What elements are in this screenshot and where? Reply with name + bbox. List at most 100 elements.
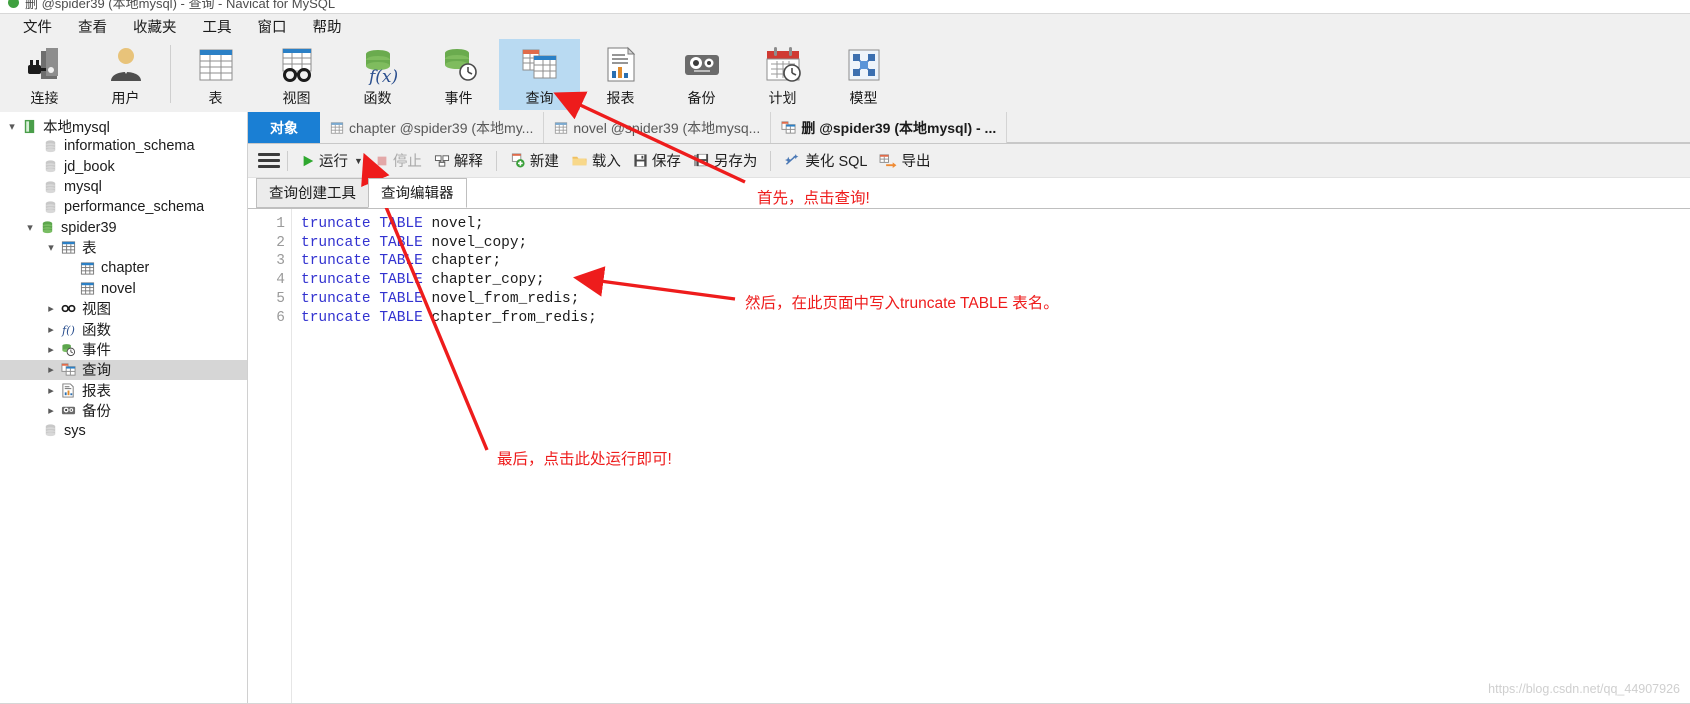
chevron-down-icon[interactable]: ▼ <box>354 156 363 166</box>
query-icon <box>59 362 78 377</box>
chevron-down-icon[interactable]: ▾ <box>22 221 38 234</box>
menu-item-file[interactable]: 文件 <box>10 14 65 39</box>
toolbar-separator <box>170 45 171 103</box>
new-query-button[interactable]: 新建 <box>504 148 565 174</box>
chevron-down-icon[interactable]: ▾ <box>4 120 20 133</box>
chevron-right-icon[interactable]: ▸ <box>43 404 59 417</box>
chevron-right-icon[interactable]: ▸ <box>43 323 59 336</box>
tree-item-queries[interactable]: ▸ 查询 <box>0 359 247 380</box>
sql-keyword: truncate TABLE <box>301 272 423 289</box>
sql-keyword: truncate TABLE <box>301 234 423 251</box>
toolbar-separator <box>770 150 772 171</box>
event-icon <box>436 44 482 86</box>
toolbar-button-query[interactable]: 查询 <box>499 39 580 110</box>
chevron-right-icon[interactable]: ▸ <box>43 302 59 315</box>
tab-objects[interactable]: 对象 <box>248 112 320 143</box>
backup-icon <box>679 44 725 86</box>
toolbar-button-view[interactable]: 视图 <box>256 39 337 110</box>
tree-item-label: 视图 <box>82 302 111 319</box>
tree-item-chapter[interactable]: chapter <box>0 258 247 278</box>
line-number: 2 <box>276 234 285 251</box>
toolbar-button-connection[interactable]: 连接 <box>4 39 85 110</box>
icon-toolbar: 连接 用户 表 视图 f(x) 函数 事件 查询 报表 备份 计划 模型 <box>0 39 1690 112</box>
toolbar-button-user[interactable]: 用户 <box>85 39 166 110</box>
tree-item-jd-book[interactable]: jd_book <box>0 157 247 177</box>
chevron-right-icon[interactable]: ▸ <box>43 384 59 397</box>
subtab-query-editor[interactable]: 查询编辑器 <box>368 178 467 208</box>
toolbar-button-event[interactable]: 事件 <box>418 39 499 110</box>
tree-item-functions[interactable]: ▸ f() 函数 <box>0 319 247 339</box>
tree-item-performance-schema[interactable]: performance_schema <box>0 197 247 217</box>
editor-menu-button[interactable] <box>258 151 280 171</box>
toolbar-label: 计划 <box>768 90 797 106</box>
load-button[interactable]: 载入 <box>565 148 627 174</box>
menu-item-tools[interactable]: 工具 <box>190 14 245 39</box>
tree-item-mysql[interactable]: mysql <box>0 177 247 197</box>
tree-item-label: 函数 <box>82 322 111 339</box>
function-icon: f(x) <box>355 44 401 86</box>
sql-editor[interactable]: 1 2 3 4 5 6 truncate TABLE novel; trunca… <box>248 208 1690 704</box>
table-icon <box>78 281 97 296</box>
window-title: 删 @spider39 (本地mysql) - 查询 - Navicat for… <box>25 0 336 11</box>
folder-icon <box>571 153 588 168</box>
tree-item-spider39[interactable]: ▾ spider39 <box>0 217 247 237</box>
tab-query-delete[interactable]: 删 @spider39 (本地mysql) - ... <box>771 112 1008 143</box>
table-icon <box>59 240 78 255</box>
tree-item-information-schema[interactable]: information_schema <box>0 136 247 156</box>
tree-item-novel[interactable]: novel <box>0 278 247 298</box>
main-pane: 对象 chapter @spider39 (本地my... novel @spi… <box>248 112 1690 704</box>
subtab-query-builder[interactable]: 查询创建工具 <box>256 178 369 208</box>
run-button[interactable]: 运行 ▼ <box>295 148 369 174</box>
backup-icon <box>59 403 78 418</box>
toolbar-separator <box>495 150 497 171</box>
toolbar-button-schedule[interactable]: 计划 <box>742 39 823 110</box>
tab-label: chapter @spider39 (本地my... <box>349 119 534 136</box>
beautify-sql-button[interactable]: 美化 SQL <box>778 148 873 174</box>
tab-label: 对象 <box>270 119 298 136</box>
toolbar-label: 视图 <box>282 90 311 106</box>
toolbar-label: 连接 <box>30 90 59 106</box>
menu-item-window[interactable]: 窗口 <box>245 14 300 39</box>
tree-item-reports[interactable]: ▸ 报表 <box>0 380 247 400</box>
tree-item-label: chapter <box>101 260 150 277</box>
line-number: 3 <box>276 253 285 270</box>
sql-code-area[interactable]: truncate TABLE novel; truncate TABLE nov… <box>292 209 1690 704</box>
toolbar-button-table[interactable]: 表 <box>175 39 256 110</box>
chevron-right-icon[interactable]: ▸ <box>43 363 59 376</box>
connection-icon <box>22 44 68 86</box>
toolbar-button-function[interactable]: f(x) 函数 <box>337 39 418 110</box>
menu-item-help[interactable]: 帮助 <box>300 14 355 39</box>
tree-item-local-mysql[interactable]: ▾ 本地mysql <box>0 116 247 136</box>
chevron-right-icon[interactable]: ▸ <box>43 343 59 356</box>
chevron-down-icon[interactable]: ▾ <box>43 241 59 254</box>
tab-novel[interactable]: novel @spider39 (本地mysq... <box>544 112 772 143</box>
database-gray-icon <box>41 159 60 174</box>
tree-item-events[interactable]: ▸ 事件 <box>0 339 247 359</box>
tab-chapter[interactable]: chapter @spider39 (本地my... <box>320 112 545 143</box>
tree-item-backups[interactable]: ▸ 备份 <box>0 400 247 420</box>
export-button[interactable]: 导出 <box>873 148 936 174</box>
server-icon <box>20 119 39 134</box>
stop-button[interactable]: 停止 <box>369 148 428 174</box>
stop-label: 停止 <box>392 154 422 170</box>
play-icon <box>301 154 315 168</box>
query-icon <box>517 44 563 86</box>
database-gray-icon <box>41 139 60 154</box>
code-line: truncate TABLE chapter_from_redis; <box>301 309 1690 328</box>
explain-button[interactable]: 解释 <box>428 148 489 174</box>
tree-item-sys[interactable]: sys <box>0 420 247 440</box>
tree-item-tables[interactable]: ▾ 表 <box>0 238 247 258</box>
menu-item-favorites[interactable]: 收藏夹 <box>120 14 190 39</box>
toolbar-button-model[interactable]: 模型 <box>823 39 904 110</box>
line-number-gutter: 1 2 3 4 5 6 <box>248 209 292 704</box>
sql-keyword: truncate TABLE <box>301 309 423 326</box>
database-tree-sidebar[interactable]: ▾ 本地mysql information_schema jd_book mys… <box>0 112 248 704</box>
toolbar-button-backup[interactable]: 备份 <box>661 39 742 110</box>
save-as-button[interactable]: 另存为 <box>687 148 764 174</box>
tree-item-views[interactable]: ▸ 视图 <box>0 299 247 319</box>
stop-icon <box>375 154 389 168</box>
explain-icon <box>434 153 450 168</box>
menu-item-view[interactable]: 查看 <box>65 14 120 39</box>
save-button[interactable]: 保存 <box>627 148 687 174</box>
toolbar-button-report[interactable]: 报表 <box>580 39 661 110</box>
